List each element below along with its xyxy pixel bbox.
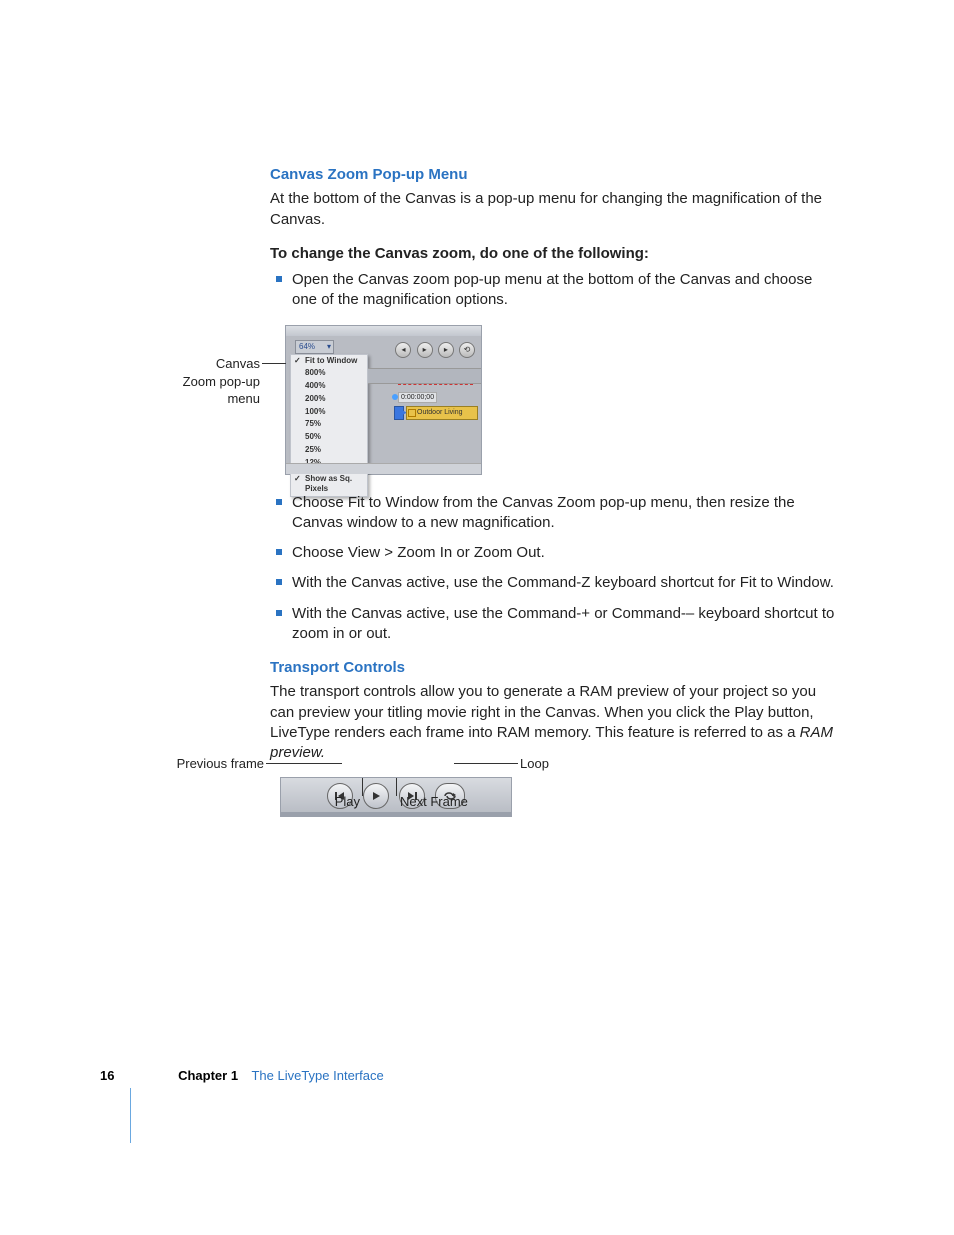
menu-item[interactable]: 25% (291, 444, 367, 457)
timecode-label: 0:00:00;00 (398, 392, 437, 403)
para-canvas-zoom-intro: At the bottom of the Canvas is a pop-up … (270, 189, 840, 230)
callout-prev-frame: Previous frame (172, 755, 264, 773)
menu-item[interactable]: 75% (291, 418, 367, 431)
footer-rule (130, 1088, 131, 1143)
play-button[interactable] (363, 783, 389, 809)
menu-item[interactable]: 100% (291, 406, 367, 419)
next-frame-icon[interactable]: ▸ (438, 342, 454, 358)
callout-next-frame: Next Frame (400, 793, 480, 811)
bullet-open-popup: Open the Canvas zoom pop-up menu at the … (270, 270, 840, 311)
menu-item[interactable]: Fit to Window (291, 355, 367, 368)
chapter-label: Chapter 1 (178, 1068, 238, 1083)
figure-canvas-zoom-menu: 64% ◂ ▸ ▸ ⟲ Fit to Window 800% 400% 200%… (285, 325, 482, 475)
bullet-cmd-plus: With the Canvas active, use the Command-… (270, 604, 840, 645)
menu-item[interactable]: 400% (291, 380, 367, 393)
menu-item[interactable]: 200% (291, 393, 367, 406)
bullet-fit-window: Choose Fit to Window from the Canvas Zoo… (270, 493, 840, 534)
playhead-icon[interactable] (394, 406, 404, 420)
bullet-view-zoom: Choose View > Zoom In or Zoom Out. (270, 543, 840, 563)
heading-transport: Transport Controls (270, 658, 840, 678)
menu-item[interactable]: 800% (291, 367, 367, 380)
bullet-cmd-z: With the Canvas active, use the Command-… (270, 573, 840, 593)
timeline-clip[interactable]: Outdoor Living (406, 406, 478, 420)
zoom-popup-menu[interactable]: Fit to Window 800% 400% 200% 100% 75% 50… (290, 354, 368, 498)
page-footer: 16 Chapter 1 The LiveType Interface (100, 1067, 384, 1085)
para-transport: The transport controls allow you to gene… (270, 682, 840, 763)
callout-play: Play (330, 793, 360, 811)
callout-canvas-zoom: Canvas Zoom pop-up menu (180, 355, 260, 408)
prev-frame-icon[interactable]: ◂ (395, 342, 411, 358)
instruction-change-zoom: To change the Canvas zoom, do one of the… (270, 244, 840, 264)
page-number: 16 (100, 1068, 114, 1083)
callout-loop: Loop (520, 755, 560, 773)
heading-canvas-zoom: Canvas Zoom Pop-up Menu (270, 165, 840, 185)
zoom-popup-button[interactable]: 64% (295, 340, 334, 354)
loop-icon[interactable]: ⟲ (459, 342, 475, 358)
chapter-title: The LiveType Interface (251, 1068, 383, 1083)
menu-item[interactable]: 50% (291, 431, 367, 444)
play-icon[interactable]: ▸ (417, 342, 433, 358)
